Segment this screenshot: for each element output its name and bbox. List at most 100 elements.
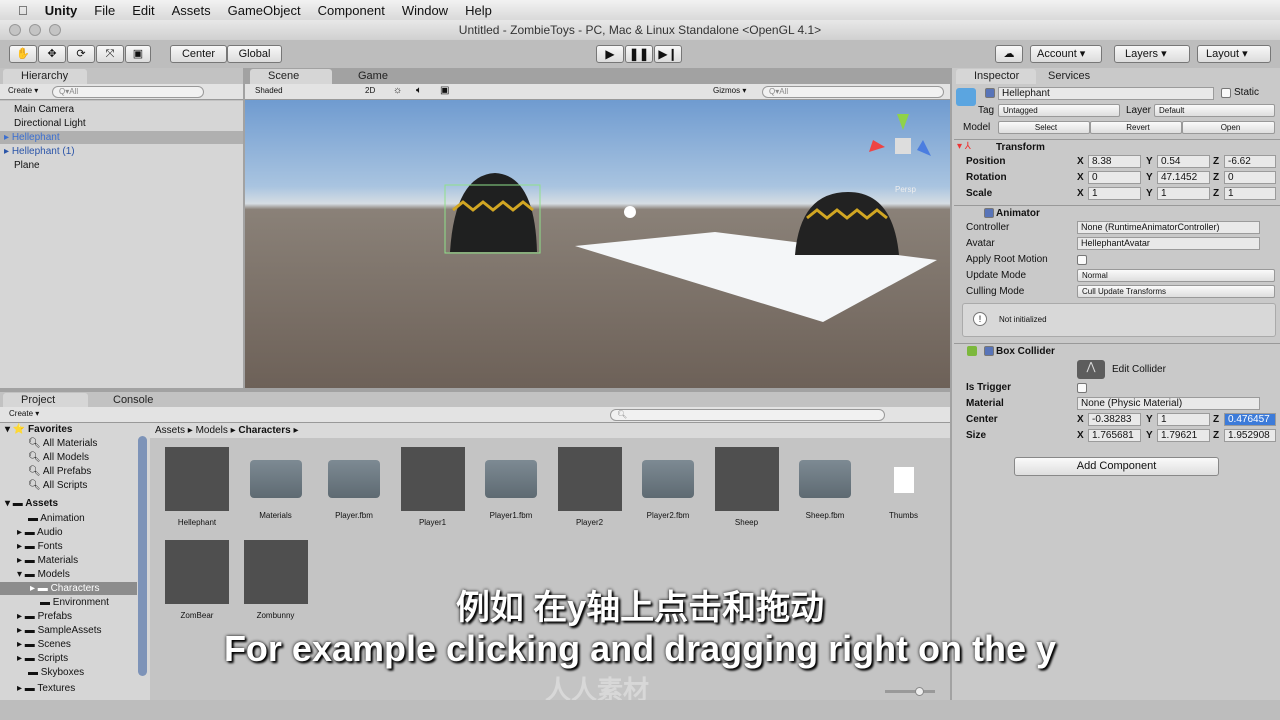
folder-item[interactable]: ▾ ▬ Models [17,569,70,580]
menu-file[interactable]: File [94,3,115,18]
apple-icon[interactable]:  [18,3,28,18]
root-motion-checkbox[interactable] [1077,255,1087,265]
tag-dropdown[interactable]: Untagged [998,104,1120,117]
folder-item[interactable]: ▬ Animation [28,513,85,524]
layers-dropdown[interactable]: Layers ▾ [1114,45,1190,63]
culling-mode-dropdown[interactable]: Cull Update Transforms [1077,285,1275,298]
z-axis-label[interactable]: Z [1213,188,1219,199]
controller-field[interactable]: None (RuntimeAnimatorController) [1077,221,1260,234]
favorite-item[interactable]: 🔍︎ All Materials [28,438,97,449]
asset-item[interactable]: Sheep [707,447,787,527]
menu-edit[interactable]: Edit [132,3,154,18]
y-value-field[interactable]: 47.1452 [1157,171,1210,184]
layer-dropdown[interactable]: Default [1154,104,1275,117]
tab-console[interactable]: Console [95,393,175,408]
position-label[interactable]: Position [966,156,1005,167]
x-value-field[interactable]: 0 [1088,171,1141,184]
asset-item[interactable]: Player2 [550,447,630,527]
x-axis-label[interactable]: X [1077,414,1084,425]
asset-item[interactable]: Player1.fbm [471,447,551,520]
z-axis-label[interactable]: Z [1213,414,1219,425]
menu-app[interactable]: Unity [45,3,78,18]
project-create-button[interactable]: Create ▾ [9,409,39,418]
edit-collider-button[interactable]: ⋀ [1077,360,1105,379]
x-value-field[interactable]: 1.765681 [1088,429,1141,442]
is-trigger-checkbox[interactable] [1077,383,1087,393]
tab-project[interactable]: Project [3,393,88,408]
z-value-field[interactable]: 0.476457 [1224,413,1276,426]
hierarchy-create-button[interactable]: Create ▾ [8,86,38,95]
favorite-item[interactable]: 🔍︎ All Scripts [28,480,87,491]
tab-hierarchy[interactable]: Hierarchy [3,69,87,84]
x-value-field[interactable]: -0.38283 [1088,413,1141,426]
menu-component[interactable]: Component [318,3,385,18]
x-value-field[interactable]: 8.38 [1088,155,1141,168]
asset-item[interactable]: Player.fbm [314,447,394,520]
animator-enabled-checkbox[interactable] [984,208,994,218]
active-checkbox[interactable] [985,88,995,98]
breadcrumb-item[interactable]: Assets [155,425,185,436]
asset-item[interactable]: Player2.fbm [628,447,708,520]
physic-material-field[interactable]: None (Physic Material) [1077,397,1260,410]
effects-toggle-icon[interactable]: ▣ [440,85,449,96]
rotation-label[interactable]: Rotation [966,172,1007,183]
hierarchy-search[interactable]: Q▾All [52,86,204,98]
folder-item[interactable]: ▸ ▬ Textures [17,683,75,694]
y-value-field[interactable]: 0.54 [1157,155,1210,168]
move-tool-button[interactable]: ✥ [38,45,66,63]
scene-viewport[interactable]: Persp [245,100,950,388]
menu-help[interactable]: Help [465,3,492,18]
y-axis-label[interactable]: Y [1146,430,1153,441]
2d-toggle[interactable]: 2D [365,86,375,95]
tab-services[interactable]: Services [1030,69,1100,84]
x-axis-label[interactable]: X [1077,156,1084,167]
space-global-button[interactable]: Global [227,45,282,63]
x-axis-label[interactable]: X [1077,430,1084,441]
hand-tool-button[interactable]: ✋ [9,45,37,63]
center-label[interactable]: Center [966,414,998,425]
box-collider-header[interactable]: Box Collider [954,343,1280,359]
breadcrumb-item[interactable]: Models [196,425,228,436]
static-checkbox[interactable] [1221,88,1231,98]
favorite-item[interactable]: 🔍︎ All Models [28,452,89,463]
z-axis-label[interactable]: Z [1213,156,1219,167]
x-axis-label[interactable]: X [1077,172,1084,183]
y-axis-label[interactable]: Y [1146,414,1153,425]
icon-size-slider[interactable] [885,687,935,696]
tab-game[interactable]: Game [340,69,400,84]
hierarchy-item[interactable]: Directional Light [14,118,86,129]
asset-item[interactable]: Sheep.fbm [785,447,865,520]
layout-dropdown[interactable]: Layout ▾ [1197,45,1271,63]
account-dropdown[interactable]: Account ▾ [1030,45,1102,63]
y-value-field[interactable]: 1 [1157,413,1210,426]
z-value-field[interactable]: -6.62 [1224,155,1276,168]
slider-handle[interactable] [915,687,924,696]
z-axis-label[interactable]: Z [1213,430,1219,441]
lighting-toggle-icon[interactable]: ☼ [393,85,402,96]
model-select-button[interactable]: Select [998,121,1090,134]
favorites-node[interactable]: ▾ ⭐ Favorites [5,424,73,435]
x-axis-label[interactable]: X [1077,188,1084,199]
audio-toggle-icon[interactable]: 🔈︎ [416,85,422,96]
asset-item[interactable]: Hellephant [157,447,237,527]
pause-button[interactable]: ❚❚ [625,45,653,63]
scale-label[interactable]: Scale [966,188,992,199]
breadcrumb-item[interactable]: Characters [238,425,290,436]
pivot-center-button[interactable]: Center [170,45,227,63]
scale-tool-button[interactable]: ⤧ [96,45,124,63]
animator-header[interactable]: Animator [954,205,1280,221]
hierarchy-item[interactable]: ▸ Hellephant (1) [4,146,75,157]
y-value-field[interactable]: 1 [1157,187,1210,200]
x-value-field[interactable]: 1 [1088,187,1141,200]
hierarchy-item[interactable]: Plane [14,160,40,171]
play-button[interactable]: ▶ [596,45,624,63]
y-axis-label[interactable]: Y [1146,188,1153,199]
step-button[interactable]: ▶❙ [654,45,682,63]
folder-item[interactable]: ▸ ▬ Fonts [17,541,63,552]
tab-scene[interactable]: Scene [250,69,332,84]
object-name-field[interactable]: Hellephant [998,87,1214,100]
minimize-window-button[interactable] [29,24,41,36]
z-value-field[interactable]: 0 [1224,171,1276,184]
zoom-window-button[interactable] [49,24,61,36]
hierarchy-item-selected[interactable]: ▸ Hellephant [4,132,60,143]
